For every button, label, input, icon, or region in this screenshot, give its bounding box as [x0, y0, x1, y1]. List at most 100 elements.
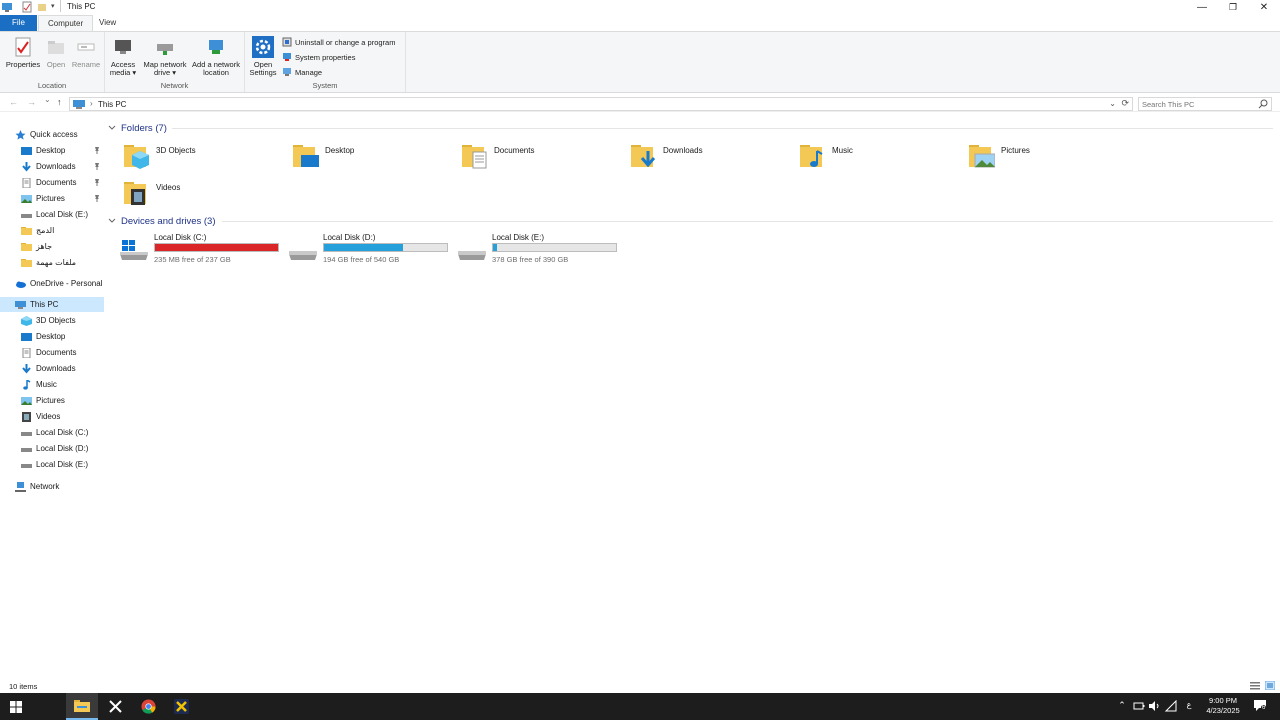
sidebar-item-local-disk-e-pc[interactable]: Local Disk (E:) [0, 457, 104, 472]
drive-c[interactable]: Local Disk (C:) 235 MB free of 237 GB [108, 232, 279, 266]
pin-icon[interactable] [93, 178, 101, 186]
drive-icon [21, 213, 32, 218]
videos-folder-icon [124, 182, 146, 205]
sidebar-item-folder-important[interactable]: ملفات مهمة [0, 255, 104, 270]
map-network-drive-button[interactable]: Map network drive ▾ [143, 36, 187, 77]
drive-label: Local Disk (E:) [492, 233, 545, 242]
title-bar: ▾ This PC — ❐ ✕ [0, 0, 1280, 15]
rename-button[interactable]: Rename [70, 36, 102, 69]
sidebar-item-local-disk-e[interactable]: Local Disk (E:) [0, 207, 104, 222]
sidebar-item-local-disk-d[interactable]: Local Disk (D:) [0, 441, 104, 456]
battery-icon[interactable] [1133, 700, 1145, 712]
properties-quick-icon[interactable] [22, 1, 32, 13]
close-button[interactable]: ✕ [1248, 0, 1280, 15]
folder-pictures[interactable]: Pictures [955, 139, 1120, 171]
forward-button[interactable]: → [27, 97, 36, 107]
taskbar-app-yellow[interactable] [165, 693, 197, 720]
sidebar-item-downloads[interactable]: Downloads [0, 159, 104, 174]
sidebar-item-documents[interactable]: Documents [0, 175, 104, 190]
sidebar-label: Documents [36, 178, 77, 187]
sidebar-item-videos[interactable]: Videos [0, 409, 104, 424]
drive-icon [21, 431, 32, 436]
clock[interactable]: 9:00 PM 4/23/2025 [1198, 696, 1248, 716]
input-language-indicator[interactable]: ع [1183, 700, 1195, 712]
new-folder-quick-icon[interactable] [37, 1, 47, 13]
chevron-down-icon [108, 125, 116, 130]
sidebar-item-folder-ready[interactable]: جاهز [0, 239, 104, 254]
speaker-icon[interactable] [1148, 700, 1160, 712]
back-button[interactable]: ← [9, 97, 18, 107]
sidebar-item-desktop-pc[interactable]: Desktop [0, 329, 104, 344]
folder-videos[interactable]: Videos [110, 176, 275, 208]
folder-music[interactable]: Music [786, 139, 951, 171]
drive-d[interactable]: Local Disk (D:) 194 GB free of 540 GB [277, 232, 448, 266]
folder-3d-objects[interactable]: 3D Objects [110, 139, 275, 171]
access-media-button[interactable]: Access media ▾ [107, 36, 139, 77]
folder-desktop[interactable]: Desktop [279, 139, 444, 171]
folder-icon [21, 242, 32, 251]
tab-file[interactable]: File [0, 15, 37, 31]
sidebar-item-folder-merge[interactable]: الدمج [0, 223, 104, 238]
sidebar-item-documents-pc[interactable]: Documents [0, 345, 104, 360]
pin-icon[interactable] [93, 162, 101, 170]
search-box[interactable] [1138, 97, 1272, 111]
sidebar-item-music[interactable]: Music [0, 377, 104, 392]
large-icons-view-icon[interactable] [1265, 681, 1275, 690]
manage-button[interactable]: Manage [282, 67, 322, 77]
start-button[interactable] [0, 693, 32, 720]
drive-e[interactable]: Local Disk (E:) 378 GB free of 390 GB [446, 232, 617, 266]
properties-icon [15, 37, 31, 57]
maximize-button[interactable]: ❐ [1217, 0, 1249, 15]
details-view-icon[interactable] [1250, 681, 1260, 690]
drive-free-space: 378 GB free of 390 GB [492, 255, 569, 264]
windows-drive-icon [120, 240, 148, 260]
sidebar-item-pictures[interactable]: Pictures [0, 191, 104, 206]
open-settings-button[interactable]: Open Settings [247, 36, 279, 77]
sidebar-item-desktop[interactable]: Desktop [0, 143, 104, 158]
tab-view[interactable]: View [90, 15, 125, 31]
sidebar-item-downloads-pc[interactable]: Downloads [0, 361, 104, 376]
address-bar[interactable]: › This PC ⌄ ⟳ [69, 97, 1133, 111]
taskbar-x-app[interactable] [99, 693, 131, 720]
pin-icon[interactable] [93, 194, 101, 202]
notification-center-button[interactable]: 6 [1253, 700, 1267, 712]
sidebar-onedrive[interactable]: OneDrive - Personal [0, 276, 104, 291]
taskbar-chrome[interactable] [132, 693, 164, 720]
chrome-icon [140, 699, 156, 714]
show-hidden-icons-chevron-icon[interactable]: ⌃ [1116, 700, 1128, 712]
folder-downloads[interactable]: Downloads [617, 139, 782, 171]
pin-icon[interactable] [93, 146, 101, 154]
pictures-folder-icon [969, 145, 995, 168]
uninstall-program-button[interactable]: Uninstall or change a program [282, 37, 395, 47]
system-properties-button[interactable]: System properties [282, 52, 355, 62]
properties-button[interactable]: Properties [4, 36, 42, 69]
sidebar-item-local-disk-c[interactable]: Local Disk (C:) [0, 425, 104, 440]
tab-computer[interactable]: Computer [38, 15, 94, 31]
breadcrumb-separator[interactable]: › [90, 99, 93, 108]
address-dropdown-button[interactable]: ⌄ [1109, 99, 1116, 108]
breadcrumb-this-pc[interactable]: This PC [98, 100, 126, 109]
sidebar-item-3d-objects[interactable]: 3D Objects [0, 313, 104, 328]
refresh-button[interactable]: ⟳ [1121, 98, 1129, 109]
sidebar-quick-access[interactable]: Quick access [0, 127, 104, 142]
sidebar-this-pc[interactable]: This PC [0, 297, 104, 312]
minimize-button[interactable]: — [1186, 0, 1218, 15]
folder-documents[interactable]: Documents [448, 139, 613, 171]
open-label: Open [46, 60, 66, 69]
sidebar-item-pictures-pc[interactable]: Pictures [0, 393, 104, 408]
taskbar-file-explorer[interactable] [66, 693, 98, 720]
drives-section-header[interactable]: Devices and drives (3) [108, 214, 1273, 228]
network-signal-icon[interactable] [1165, 700, 1177, 712]
up-button[interactable]: ↑ [57, 97, 62, 107]
recent-locations-button[interactable]: ⌄ [44, 95, 51, 104]
open-button[interactable]: Open [44, 36, 68, 69]
this-pc-icon [73, 100, 85, 109]
search-input[interactable] [1142, 99, 1252, 110]
drive-label: Local Disk (D:) [323, 233, 376, 242]
sidebar-network[interactable]: Network [0, 479, 104, 494]
folders-section-header[interactable]: Folders (7) [108, 121, 1273, 135]
search-icon [1258, 99, 1268, 109]
add-network-location-button[interactable]: Add a network location [189, 36, 243, 77]
system-properties-label: System properties [295, 52, 356, 62]
access-media-label2: media ▾ [109, 68, 137, 77]
